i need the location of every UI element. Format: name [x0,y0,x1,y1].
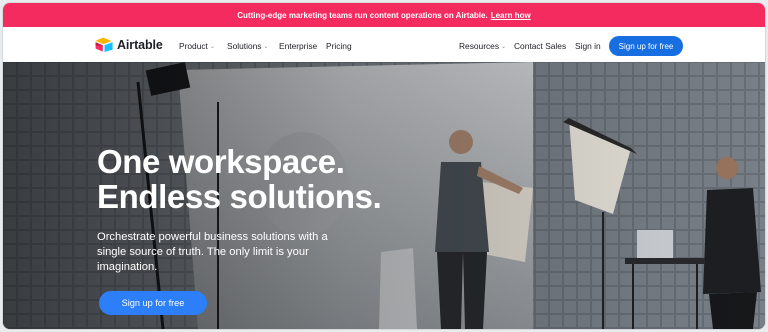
nav-pricing[interactable]: Pricing [326,41,352,51]
chevron-down-icon: ⌄ [263,43,269,50]
airtable-logo[interactable]: Airtable [95,37,163,52]
hero-title-line-1: One workspace. [97,143,345,180]
chevron-down-icon: ⌄ [209,43,215,50]
nav-enterprise[interactable]: Enterprise [279,41,317,51]
hero-subtitle: Orchestrate powerful business solutions … [97,231,328,273]
announcement-text: Cutting-edge marketing teams run content… [237,10,488,20]
nav-resources[interactable]: Resources ⌄ [459,41,506,51]
nav-sign-up-button[interactable]: Sign up for free [609,36,683,56]
brand-name: Airtable [117,37,163,52]
nav-resources-label: Resources [459,41,500,51]
learn-how-link[interactable]: Learn how [491,11,531,20]
hero-section: One workspace. Endless solutions. Orches… [3,62,765,329]
announcement-bar: Cutting-edge marketing teams run content… [3,3,765,27]
hero-sign-up-button[interactable]: Sign up for free [99,291,207,315]
nav-product[interactable]: Product ⌄ [179,41,215,51]
chevron-down-icon: ⌄ [501,43,507,50]
nav-product-label: Product [179,41,208,51]
top-nav: Airtable Product ⌄ Solutions ⌄ Enterpris… [3,27,765,62]
nav-solutions-label: Solutions [227,41,262,51]
hero-title: One workspace. Endless solutions. [97,143,382,215]
airtable-logo-icon [95,37,113,52]
nav-contact-sales[interactable]: Contact Sales [514,41,566,51]
browser-frame: Cutting-edge marketing teams run content… [3,3,765,329]
hero-title-line-2: Endless solutions. [97,178,382,215]
nav-solutions[interactable]: Solutions ⌄ [227,41,268,51]
nav-sign-in[interactable]: Sign in [575,41,601,51]
